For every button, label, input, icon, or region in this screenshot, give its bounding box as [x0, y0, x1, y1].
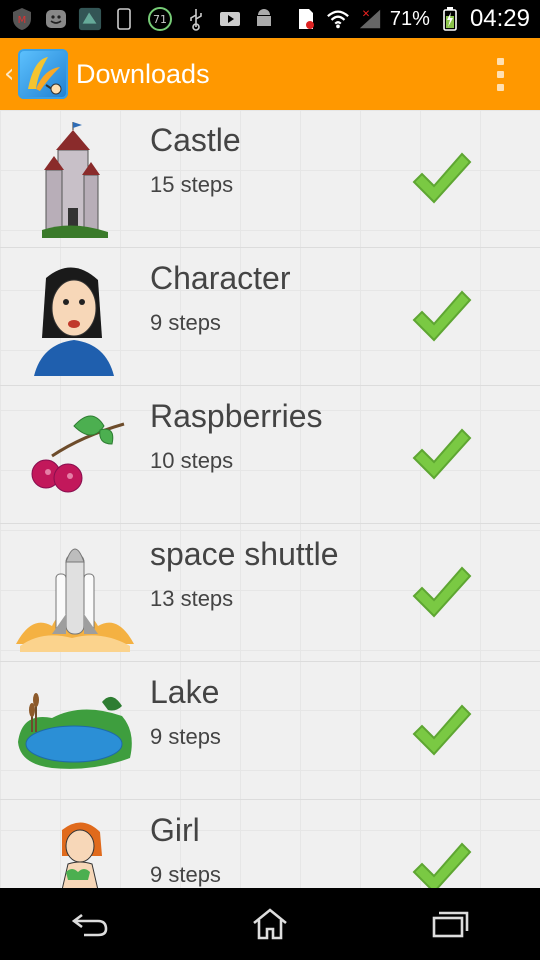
back-chevron-icon[interactable]: ‹ — [4, 61, 16, 87]
battery-percent: 71% — [389, 7, 430, 30]
item-steps: 13 steps — [150, 586, 234, 611]
raspberries-icon — [12, 396, 138, 516]
checkmark-icon — [408, 148, 474, 208]
item-steps: 10 steps — [150, 448, 234, 473]
list-item[interactable]: space shuttle 13 steps — [0, 524, 540, 662]
downloads-list: Castle 15 steps Character 9 steps Raspbe… — [0, 110, 540, 888]
signal-icon: ✕ — [358, 7, 382, 31]
list-item[interactable]: Girl 9 steps — [0, 800, 540, 888]
counter-badge-icon: 71 — [146, 7, 174, 31]
space-shuttle-icon — [12, 534, 138, 654]
status-bar: M 71 ✕ 71% 04:29 — [0, 0, 540, 38]
home-icon[interactable] — [240, 899, 300, 949]
checkmark-icon — [408, 286, 474, 346]
app-logo-icon[interactable] — [18, 49, 68, 99]
checkmark-icon — [408, 562, 474, 622]
item-title: Raspberries — [150, 398, 323, 434]
list-item[interactable]: Lake 9 steps — [0, 662, 540, 800]
svg-text:M: M — [18, 15, 27, 26]
item-steps: 9 steps — [150, 310, 221, 335]
antivirus-shield-icon: M — [10, 7, 34, 31]
item-steps: 15 steps — [150, 172, 234, 197]
sim-icon — [294, 7, 318, 31]
item-title: Castle — [150, 122, 241, 158]
usb-icon — [184, 7, 208, 31]
svg-text:✕: ✕ — [362, 9, 371, 20]
item-steps: 9 steps — [150, 862, 221, 887]
video-icon — [218, 7, 242, 31]
navigation-bar — [0, 888, 540, 960]
checkmark-icon — [408, 838, 474, 888]
battery-charging-icon — [438, 7, 462, 31]
overflow-menu-icon[interactable] — [490, 54, 510, 94]
smiley-icon — [44, 7, 68, 31]
item-steps: 9 steps — [150, 724, 221, 749]
app-notification-icon — [78, 7, 102, 31]
list-item[interactable]: Castle 15 steps — [0, 110, 540, 248]
character-icon — [12, 258, 138, 378]
item-title: Character — [150, 260, 291, 296]
recent-apps-icon[interactable] — [420, 899, 480, 949]
back-icon[interactable] — [60, 899, 120, 949]
lake-icon — [12, 672, 138, 792]
item-title: Girl — [150, 812, 200, 848]
android-icon — [252, 7, 276, 31]
girl-icon — [12, 810, 138, 888]
item-title: space shuttle — [150, 536, 339, 572]
list-item[interactable]: Character 9 steps — [0, 248, 540, 386]
app-bar: ‹ Downloads — [0, 38, 540, 110]
item-title: Lake — [150, 674, 220, 710]
wifi-icon — [326, 7, 350, 31]
checkmark-icon — [408, 700, 474, 760]
castle-icon — [12, 120, 138, 240]
phone-icon — [112, 7, 136, 31]
page-title: Downloads — [76, 58, 210, 89]
list-item[interactable]: Raspberries 10 steps — [0, 386, 540, 524]
clock: 04:29 — [469, 5, 530, 32]
checkmark-icon — [408, 424, 474, 484]
